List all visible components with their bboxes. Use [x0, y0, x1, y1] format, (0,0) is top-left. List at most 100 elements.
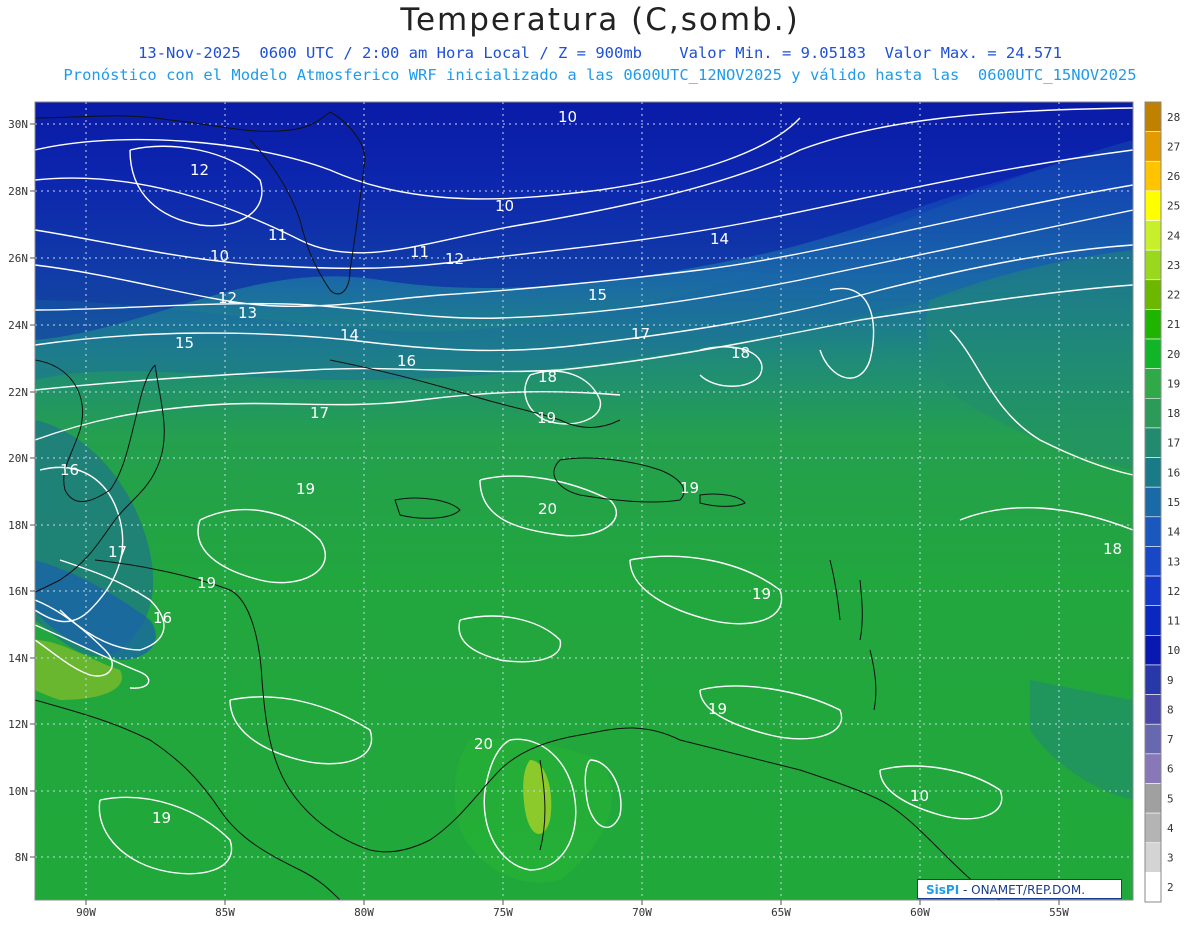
colorbar-swatch	[1144, 131, 1162, 162]
contour-label: 18	[731, 344, 750, 362]
contour-label: 19	[537, 409, 556, 427]
sispi-onamet-logo: SisPI - ONAMET/REP.DOM.	[917, 879, 1122, 899]
lat-ticks	[30, 123, 35, 858]
lon-label: 90W	[76, 906, 96, 919]
lat-label: 20N	[8, 452, 28, 465]
contour-label: 19	[680, 479, 699, 497]
contour-label: 10	[210, 247, 229, 265]
lon-ticks	[85, 900, 1060, 905]
lat-label: 18N	[8, 519, 28, 532]
lon-label: 55W	[1049, 906, 1069, 919]
logo-brand: SisPI	[926, 883, 960, 897]
colorbar-label: 10	[1167, 644, 1180, 657]
colorbar-swatch	[1144, 575, 1162, 607]
colorbar-label: 27	[1167, 140, 1180, 153]
colorbar-label: 16	[1167, 466, 1180, 479]
colorbar-swatch	[1144, 486, 1162, 518]
lon-label: 65W	[771, 906, 791, 919]
contour-label: 10	[495, 197, 514, 215]
contour-label: 19	[708, 700, 727, 718]
colorbar-label: 25	[1167, 200, 1180, 213]
contour-label: 14	[710, 230, 729, 248]
colorbar-swatch	[1144, 220, 1162, 251]
colorbar-swatch	[1144, 812, 1162, 844]
colorbar-label: 5	[1167, 792, 1174, 805]
lat-label: 10N	[8, 785, 28, 798]
contour-label: 12	[218, 289, 237, 307]
colorbar-label: 21	[1167, 318, 1180, 331]
contour-label: 15	[175, 334, 194, 352]
colorbar-swatch	[1144, 694, 1162, 725]
colorbar-label: 8	[1167, 703, 1174, 716]
lon-label: 85W	[215, 906, 235, 919]
colorbar-swatch	[1144, 368, 1162, 399]
colorbar-label: 18	[1167, 407, 1180, 420]
colorbar-label: 26	[1167, 170, 1180, 183]
colorbar-label: 17	[1167, 437, 1180, 450]
colorbar-swatch	[1144, 723, 1162, 755]
contour-label: 18	[538, 368, 557, 386]
contour-label: 19	[752, 585, 771, 603]
colorbar-label: 7	[1167, 733, 1174, 746]
contour-label: 10	[558, 108, 577, 126]
colorbar-label: 6	[1167, 763, 1174, 776]
logo-text: - ONAMET/REP.DOM.	[959, 883, 1086, 897]
contour-label: 11	[268, 226, 287, 244]
contour-label: 20	[538, 500, 557, 518]
lon-label: 70W	[632, 906, 652, 919]
colorbar-swatch	[1144, 664, 1162, 695]
colorbar-swatch	[1144, 397, 1162, 429]
colorbar-label: 28	[1167, 111, 1180, 124]
contour-label: 11	[410, 243, 429, 261]
contour-label: 17	[631, 325, 650, 343]
contour-label: 15	[588, 286, 607, 304]
colorbar-swatch	[1144, 279, 1162, 310]
colorbar-label: 4	[1167, 822, 1174, 835]
contour-label: 16	[60, 461, 79, 479]
colorbar-label: 20	[1167, 348, 1180, 361]
colorbar-label: 22	[1167, 289, 1180, 302]
colorbar-label: 19	[1167, 377, 1180, 390]
colorbar-label: 15	[1167, 496, 1180, 509]
contour-label: 10	[910, 787, 929, 805]
contour-label: 17	[108, 543, 127, 561]
lon-label: 75W	[493, 906, 513, 919]
contour-label: 19	[197, 574, 216, 592]
colorbar-swatch	[1144, 309, 1162, 340]
lat-label: 22N	[8, 386, 28, 399]
contour-label: 18	[1103, 540, 1122, 558]
colorbar-swatch	[1144, 338, 1162, 369]
colorbar-label: 13	[1167, 555, 1180, 568]
temperature-map: 12 10 11 10 12 13 15 14 16 17 16 17 16 1…	[8, 101, 1181, 919]
contour-label: 16	[153, 609, 172, 627]
lon-label: 60W	[910, 906, 930, 919]
colorbar-swatch	[1144, 427, 1162, 458]
contour-label: 14	[340, 326, 359, 344]
colorbar-swatch	[1144, 101, 1162, 132]
longitude-labels: 90W 85W 80W 75W 70W 65W 60W 55W	[76, 906, 1069, 919]
colorbar-swatch	[1144, 605, 1162, 636]
colorbar: 2827262524232221201918171615141312111098…	[1144, 101, 1181, 903]
contour-label: 13	[238, 304, 257, 322]
colorbar-swatch	[1144, 160, 1162, 192]
colorbar-swatch	[1144, 842, 1162, 873]
colorbar-swatch	[1144, 249, 1162, 281]
lat-label: 24N	[8, 319, 28, 332]
contour-label: 20	[474, 735, 493, 753]
colorbar-label: 12	[1167, 585, 1180, 598]
contour-label: 12	[190, 161, 209, 179]
contour-label: 12	[445, 250, 464, 268]
colorbar-swatch	[1144, 872, 1162, 903]
colorbar-label: 24	[1167, 229, 1181, 242]
lat-label: 28N	[8, 185, 28, 198]
colorbar-swatch	[1144, 783, 1162, 814]
contour-label: 17	[310, 404, 329, 422]
colorbar-swatch	[1144, 190, 1162, 221]
lat-label: 16N	[8, 585, 28, 598]
lat-label: 8N	[15, 851, 28, 864]
contour-label: 19	[152, 809, 171, 827]
lat-label: 14N	[8, 652, 28, 665]
colorbar-label: 2	[1167, 881, 1174, 894]
colorbar-swatch	[1144, 516, 1162, 547]
colorbar-swatch	[1144, 753, 1162, 784]
